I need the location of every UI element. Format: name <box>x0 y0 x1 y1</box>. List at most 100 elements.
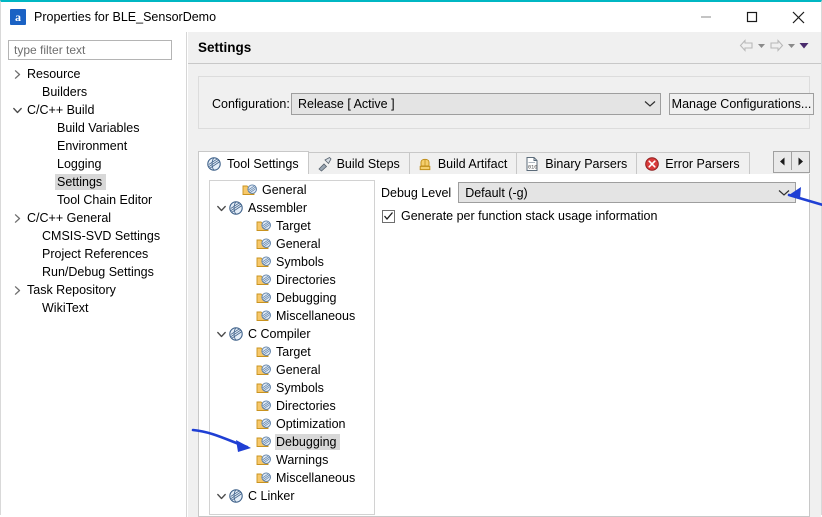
tab-scroll-buttons <box>773 151 810 173</box>
window-controls <box>683 2 821 32</box>
settings-content: Configuration: Release [ Active ] Manage… <box>188 64 821 517</box>
folder-tool-icon <box>256 254 272 270</box>
tool-tree-item-general[interactable]: General <box>210 361 374 379</box>
chevron-right-icon[interactable] <box>9 213 25 223</box>
tool-tree-item-symbols[interactable]: Symbols <box>210 253 374 271</box>
tool-tree-item-general[interactable]: General <box>210 235 374 253</box>
tool-tree-item-optimization[interactable]: Optimization <box>210 415 374 433</box>
chevron-right-icon[interactable] <box>9 69 25 79</box>
tab-error-parsers[interactable]: Error Parsers <box>636 152 750 175</box>
chevron-down-icon <box>773 189 795 197</box>
sidebar-item-build-variables[interactable]: Build Variables <box>1 119 186 137</box>
tool-tree-item-debugging[interactable]: Debugging <box>210 289 374 307</box>
sidebar-item-settings[interactable]: Settings <box>1 173 186 191</box>
tool-tree-label: Miscellaneous <box>276 471 356 485</box>
stack-usage-row[interactable]: Generate per function stack usage inform… <box>382 209 657 223</box>
folder-tool-icon <box>256 380 272 396</box>
close-icon[interactable] <box>775 2 821 32</box>
sidebar-item-builders[interactable]: Builders <box>1 83 186 101</box>
sidebar-item-label: Environment <box>57 139 128 153</box>
sidebar-item-tool-chain-editor[interactable]: Tool Chain Editor <box>1 191 186 209</box>
sidebar-item-label: Logging <box>57 157 102 171</box>
sidebar-item-logging[interactable]: Logging <box>1 155 186 173</box>
sidebar-item-resource[interactable]: Resource <box>1 65 186 83</box>
manage-configurations-button[interactable]: Manage Configurations... <box>669 93 814 115</box>
back-arrow-icon[interactable] <box>739 39 754 52</box>
sidebar-item-c-c-build[interactable]: C/C++ Build <box>1 101 186 119</box>
tab-label: Binary Parsers <box>545 157 628 171</box>
forward-chevron-down-icon[interactable] <box>787 41 796 50</box>
tool-tree-label: Directories <box>276 273 336 287</box>
tool-tree-item-directories[interactable]: Directories <box>210 271 374 289</box>
tool-tree-item-warnings[interactable]: Warnings <box>210 451 374 469</box>
tool-tree-item-assembler[interactable]: Assembler <box>210 199 374 217</box>
chevron-down-icon[interactable] <box>9 106 25 115</box>
folder-tool-icon <box>256 344 272 360</box>
folder-tool-icon <box>256 416 272 432</box>
chevron-down-icon <box>640 100 660 108</box>
filter-input[interactable] <box>8 40 172 60</box>
tab-binary-parsers[interactable]: 010 Binary Parsers <box>516 152 638 175</box>
tab-tool-settings[interactable]: Tool Settings <box>198 151 309 175</box>
stack-usage-checkbox[interactable] <box>382 209 395 223</box>
folder-tool-icon <box>256 218 272 234</box>
sidebar-item-label: Settings <box>55 174 107 190</box>
scroll-left-icon[interactable] <box>774 152 791 170</box>
tool-tree-item-miscellaneous[interactable]: Miscellaneous <box>210 307 374 325</box>
tool-tree-label: Optimization <box>276 417 346 431</box>
tool-tree-item-c-linker[interactable]: C Linker <box>210 487 374 505</box>
navigation-pane: Resource Builders C/C++ Build Build Variabl… <box>1 32 187 517</box>
maximize-icon[interactable] <box>729 2 775 32</box>
minimize-icon[interactable] <box>683 2 729 32</box>
tab-label: Error Parsers <box>665 157 740 171</box>
sidebar-item-task-repository[interactable]: Task Repository <box>1 281 186 299</box>
tab-build-artifact[interactable]: Build Artifact <box>408 152 518 175</box>
tool-tree-item-directories[interactable]: Directories <box>210 397 374 415</box>
scroll-right-icon[interactable] <box>791 152 809 170</box>
sidebar-item-c-c-general[interactable]: C/C++ General <box>1 209 186 227</box>
tool-detail-panel: Debug Level Default (-g) Generate per fu… <box>381 180 801 515</box>
tool-tree-item-target[interactable]: Target <box>210 217 374 235</box>
debug-level-label: Debug Level <box>381 185 452 200</box>
tool-tree-label: Directories <box>276 399 336 413</box>
tab-label: Build Steps <box>336 157 400 171</box>
tool-tree-item-symbols[interactable]: Symbols <box>210 379 374 397</box>
tool-tree-item-general[interactable]: General <box>210 181 374 199</box>
view-menu-icon[interactable] <box>799 41 809 50</box>
content-pane: Settings Configuration: Release [Active… <box>188 32 821 517</box>
tab-strip: Tool Settings Build Steps Build Artifact 01… <box>198 151 810 175</box>
sidebar-item-project-references[interactable]: Project References <box>1 245 186 263</box>
tool-tree-item-target[interactable]: Target <box>210 343 374 361</box>
tool-tree-item-debugging[interactable]: Debugging <box>210 433 374 451</box>
forward-arrow-icon[interactable] <box>769 39 784 52</box>
back-chevron-down-icon[interactable] <box>757 41 766 50</box>
tab-label: Tool Settings <box>227 156 299 171</box>
tool-tree-item-c-compiler[interactable]: C Compiler <box>210 325 374 343</box>
chevron-down-icon[interactable] <box>214 492 228 501</box>
sidebar-item-label: Builders <box>42 85 88 99</box>
configuration-dropdown[interactable]: Release [ Active ] <box>291 93 661 115</box>
title-bar: a Properties for BLE_SensorDemo <box>1 2 821 32</box>
sidebar-item-wikitext[interactable]: WikiText <box>1 299 186 317</box>
tab-label: Build Artifact <box>437 157 508 171</box>
sidebar-item-label: Task Repository <box>27 283 116 297</box>
tab-build-steps[interactable]: Build Steps <box>307 152 410 175</box>
tool-tree-item-miscellaneous[interactable]: Miscellaneous <box>210 469 374 487</box>
chevron-right-icon[interactable] <box>9 285 25 295</box>
folder-tool-icon <box>256 470 272 486</box>
window-title: Properties for BLE_SensorDemo <box>34 10 217 24</box>
chevron-down-icon[interactable] <box>214 330 228 339</box>
sidebar-item-environment[interactable]: Environment <box>1 137 186 155</box>
tool-tree-label: Debugging <box>276 291 337 305</box>
sidebar-item-cmsis-svd-settings[interactable]: CMSIS-SVD Settings <box>1 227 186 245</box>
tab-list: Tool Settings Build Steps Build Artifact 01… <box>198 151 750 175</box>
build-artifact-icon <box>417 156 433 172</box>
sidebar-item-label: Tool Chain Editor <box>57 193 153 207</box>
debug-level-dropdown[interactable]: Default (-g) <box>458 182 797 203</box>
page-title: Settings <box>198 40 252 55</box>
folder-tool-icon <box>256 452 272 468</box>
configuration-group: Configuration: Release [ Active ] Manage… <box>198 76 814 129</box>
sidebar-item-run-debug-settings[interactable]: Run/Debug Settings <box>1 263 186 281</box>
chevron-down-icon[interactable] <box>214 204 228 213</box>
tool-globe-icon <box>228 488 244 504</box>
